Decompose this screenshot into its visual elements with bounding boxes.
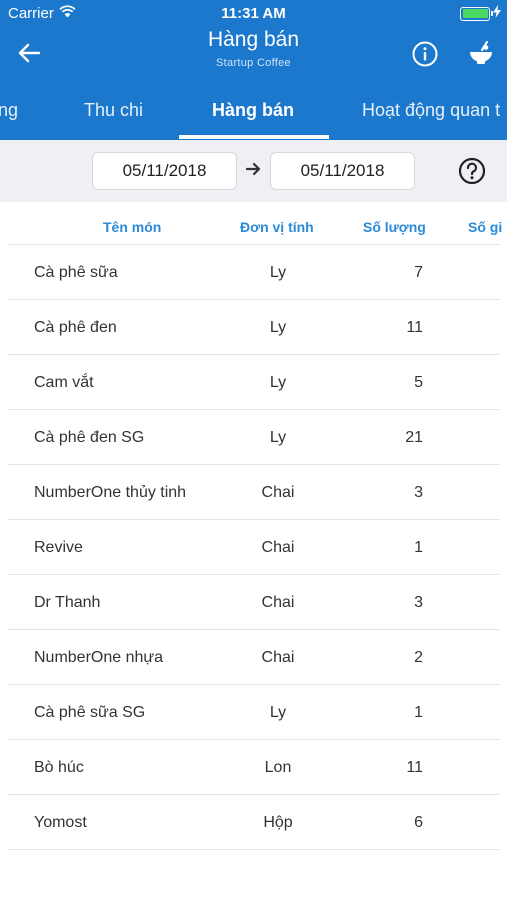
table-row[interactable]: Yomost Hộp 6 (8, 795, 500, 850)
cell-name: NumberOne nhựa (34, 649, 163, 666)
header-unit[interactable]: Đơn vị tính (240, 219, 314, 235)
table-row[interactable]: Revive Chai 1 (8, 520, 500, 575)
status-time: 11:31 AM (221, 5, 286, 22)
status-right (460, 5, 501, 22)
table-row[interactable]: Dr Thanh Chai 3 (8, 575, 500, 630)
table-row[interactable]: NumberOne thủy tinh Chai 3 (8, 465, 500, 520)
cell-name: Dr Thanh (34, 594, 101, 611)
cell-name: Cam vắt (34, 374, 94, 391)
table-row[interactable]: Cà phê đen Ly 11 (8, 300, 500, 355)
cell-qty: 21 (405, 429, 423, 446)
table-row[interactable]: NumberOne nhựa Chai 2 (8, 630, 500, 685)
cell-name: Cà phê sữa SG (34, 704, 146, 721)
date-from-button[interactable]: 05/11/2018 (92, 152, 237, 190)
active-tab-indicator (179, 135, 329, 139)
nav-bar: Hàng bán Startup Coffee (0, 28, 507, 78)
header-name[interactable]: Tên món (103, 219, 161, 235)
table-row[interactable]: Bò húc Lon 11 (8, 740, 500, 795)
table-row[interactable]: Cà phê đen SG Ly 21 (8, 410, 500, 465)
charging-icon (493, 5, 501, 22)
cell-qty: 7 (414, 264, 423, 281)
tab-bar: ng Thu chi Hàng bán Hoạt động quan t (0, 78, 507, 140)
help-icon[interactable] (458, 157, 486, 185)
tab-partial-left[interactable]: ng (0, 100, 18, 121)
header-more[interactable]: Số gi (468, 219, 502, 235)
date-filter-bar: 05/11/2018 05/11/2018 (0, 140, 507, 202)
cell-qty: 6 (414, 814, 423, 831)
arrow-right-icon (246, 162, 261, 176)
cell-qty: 2 (414, 649, 423, 666)
cell-name: Yomost (34, 814, 87, 831)
tab-thu-chi[interactable]: Thu chi (84, 100, 143, 121)
cell-qty: 1 (414, 539, 423, 556)
table-row[interactable]: Cam vắt Ly 5 (8, 355, 500, 410)
cell-name: Revive (34, 539, 83, 556)
cell-name: Cà phê đen (34, 319, 117, 336)
battery-icon (460, 6, 493, 21)
cell-name: Bò húc (34, 759, 84, 776)
cell-name: NumberOne thủy tinh (34, 484, 187, 501)
info-button[interactable] (409, 38, 441, 70)
sales-table: Tên món Đơn vị tính Số lượng Số gi Cà ph… (0, 202, 507, 850)
table-header: Tên món Đơn vị tính Số lượng Số gi (8, 202, 502, 245)
tab-hang-ban[interactable]: Hàng bán (212, 100, 294, 121)
table-row[interactable]: Cà phê sữa Ly 7 (8, 245, 500, 300)
status-bar: Carrier 11:31 AM (0, 0, 507, 28)
table-row[interactable]: Cà phê sữa SG Ly 1 (8, 685, 500, 740)
cell-qty: 11 (406, 759, 423, 776)
cell-qty: 11 (406, 319, 423, 336)
cell-qty: 1 (414, 704, 423, 721)
app-header: Carrier 11:31 AM Hàng bán Startup Coffee… (0, 0, 507, 140)
tab-hoat-dong[interactable]: Hoạt động quan t (362, 100, 500, 121)
cell-qty: 5 (414, 374, 423, 391)
cell-name: Cà phê sữa (34, 264, 118, 281)
info-icon (412, 41, 438, 67)
date-to-button[interactable]: 05/11/2018 (270, 152, 415, 190)
bowl-icon (470, 40, 492, 64)
header-qty[interactable]: Số lượng (363, 219, 426, 235)
bowl-button[interactable] (465, 36, 497, 70)
cell-qty: 3 (414, 594, 423, 611)
cell-qty: 3 (414, 484, 423, 501)
cell-name: Cà phê đen SG (34, 429, 145, 446)
